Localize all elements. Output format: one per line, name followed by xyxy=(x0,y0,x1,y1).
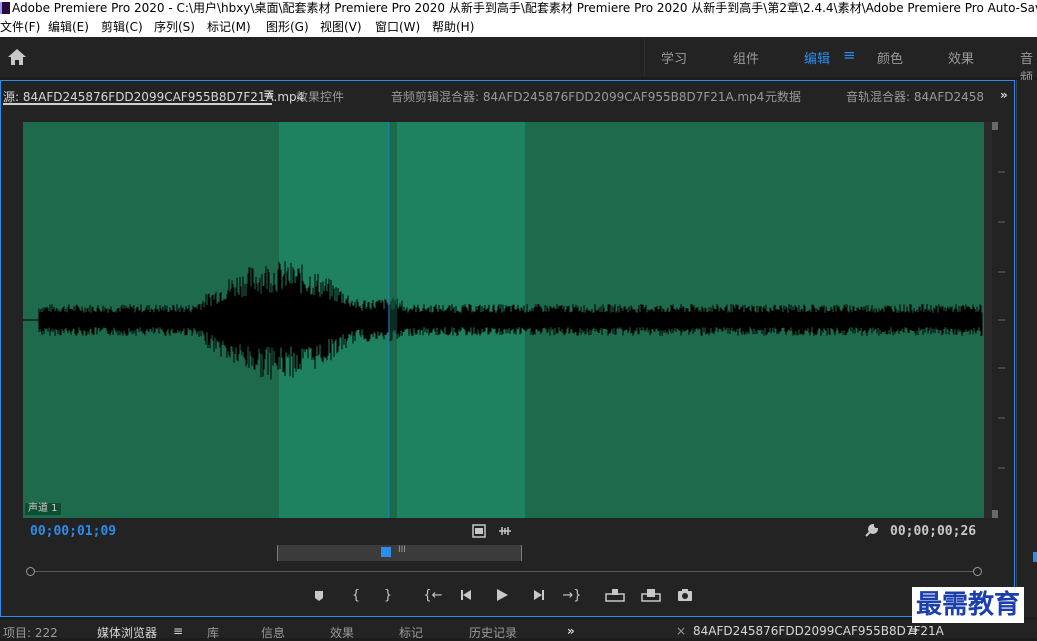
menu-file[interactable]: 文件(F) xyxy=(0,17,40,37)
audio-waveform xyxy=(23,122,983,518)
premiere-logo-icon xyxy=(0,2,10,14)
watermark-logo: 最需教育 xyxy=(912,587,1025,623)
tab-markers[interactable]: 标记 xyxy=(399,624,423,641)
menu-sequence[interactable]: 序列(S) xyxy=(154,17,195,37)
amplitude-ruler xyxy=(992,122,1005,518)
menu-edit[interactable]: 编辑(E) xyxy=(48,17,89,37)
wrench-icon[interactable] xyxy=(864,523,879,538)
workspace-effects[interactable]: 效果 xyxy=(948,48,974,67)
menu-clip[interactable]: 剪辑(C) xyxy=(101,17,143,37)
insert-icon[interactable] xyxy=(605,588,625,602)
window-title: Adobe Premiere Pro 2020 - C:\用户\hbxy\桌面\… xyxy=(12,1,1037,15)
tab-library[interactable]: 库 xyxy=(207,624,219,641)
playhead-marker[interactable] xyxy=(381,547,391,557)
go-to-out-button[interactable]: →} xyxy=(562,587,582,605)
workspace-color[interactable]: 颜色 xyxy=(877,48,903,67)
workspace-assembly[interactable]: 组件 xyxy=(733,48,759,67)
tab-info[interactable]: 信息 xyxy=(261,624,285,641)
menu-help[interactable]: 帮助(H) xyxy=(432,17,474,37)
menu-window[interactable]: 窗口(W) xyxy=(375,17,420,37)
mark-out-button[interactable]: } xyxy=(378,587,398,605)
tab-audio-clip-mixer[interactable]: 音频剪辑混合器: 84AFD245876FDD2099CAF955B8D7F21… xyxy=(391,88,764,105)
tab-media-browser[interactable]: 媒体浏览器 xyxy=(97,624,157,641)
workspace-learning[interactable]: 学习 xyxy=(661,48,687,67)
step-back-icon[interactable] xyxy=(460,589,474,601)
mark-in-button[interactable]: { xyxy=(346,587,366,605)
bottom-panel-tabs: 项目: 222 媒体浏览器 ≡ 库 信息 效果 标记 历史记录 » × 84AF… xyxy=(0,620,1037,641)
step-forward-icon[interactable] xyxy=(531,589,545,601)
out-range-handle[interactable] xyxy=(973,567,982,576)
title-bar: Adobe Premiere Pro 2020 - C:\用户\hbxy\桌面\… xyxy=(0,0,1037,17)
workspace-menu-icon[interactable]: ≡ xyxy=(843,46,856,64)
active-tab-underline xyxy=(3,103,272,105)
menu-view[interactable]: 视图(V) xyxy=(320,17,362,37)
tab-project[interactable]: 项目: 222 xyxy=(3,624,58,641)
program-monitor-edge xyxy=(1016,80,1037,617)
workspace-editing[interactable]: 编辑 xyxy=(804,48,830,67)
zoom-handle-grip: III xyxy=(398,545,406,555)
add-marker-icon[interactable] xyxy=(313,590,325,602)
tab-media-browser-menu-icon[interactable]: ≡ xyxy=(173,624,183,638)
program-playhead-marker xyxy=(1033,552,1037,562)
menu-bar: 文件(F) 编辑(E) 剪辑(C) 序列(S) 标记(M) 图形(G) 视图(V… xyxy=(0,17,1037,37)
tab-timeline-sequence[interactable]: 84AFD245876FDD2099CAF955B8D7F21A xyxy=(693,624,944,638)
drag-audio-only-icon[interactable] xyxy=(498,525,512,537)
vertical-scrollbar[interactable] xyxy=(984,122,992,518)
export-frame-camera-icon[interactable] xyxy=(677,588,693,602)
tab-metadata[interactable]: 元数据 xyxy=(765,88,801,105)
go-to-in-button[interactable]: {← xyxy=(423,587,443,605)
time-ruler[interactable] xyxy=(30,571,978,572)
tab-effects[interactable]: 效果 xyxy=(330,624,354,641)
play-icon[interactable] xyxy=(495,588,509,602)
duration-timecode: 00;00;00;26 xyxy=(890,524,977,539)
tab-history[interactable]: 历史记录 xyxy=(469,624,517,641)
workspace-bar: 学习 组件 编辑 ≡ 颜色 效果 音频 xyxy=(0,37,1037,86)
current-timecode[interactable]: 00;00;01;09 xyxy=(30,524,116,539)
zoom-scroll-bar[interactable]: III xyxy=(277,545,522,561)
tab-menu-icon[interactable]: ≡ xyxy=(263,86,275,102)
menu-graphics[interactable]: 图形(G) xyxy=(266,17,309,37)
home-icon[interactable] xyxy=(7,48,27,66)
channel-label: 声道 1 xyxy=(25,503,61,515)
tab-audio-track-mixer[interactable]: 音轨混合器: 84AFD2458 xyxy=(846,88,984,105)
in-range-handle[interactable] xyxy=(26,567,35,576)
drag-video-only-icon[interactable] xyxy=(472,524,486,538)
timeline-close-icon[interactable]: × xyxy=(676,624,686,638)
bottom-tab-overflow-icon[interactable]: » xyxy=(567,624,575,638)
timeline-tab-menu-icon[interactable]: ≡ xyxy=(908,624,918,638)
overwrite-icon[interactable] xyxy=(641,588,661,602)
menu-markers[interactable]: 标记(M) xyxy=(207,17,251,37)
tab-effect-controls[interactable]: 效果控件 xyxy=(296,88,344,105)
tab-overflow-icon[interactable]: » xyxy=(1000,88,1008,102)
